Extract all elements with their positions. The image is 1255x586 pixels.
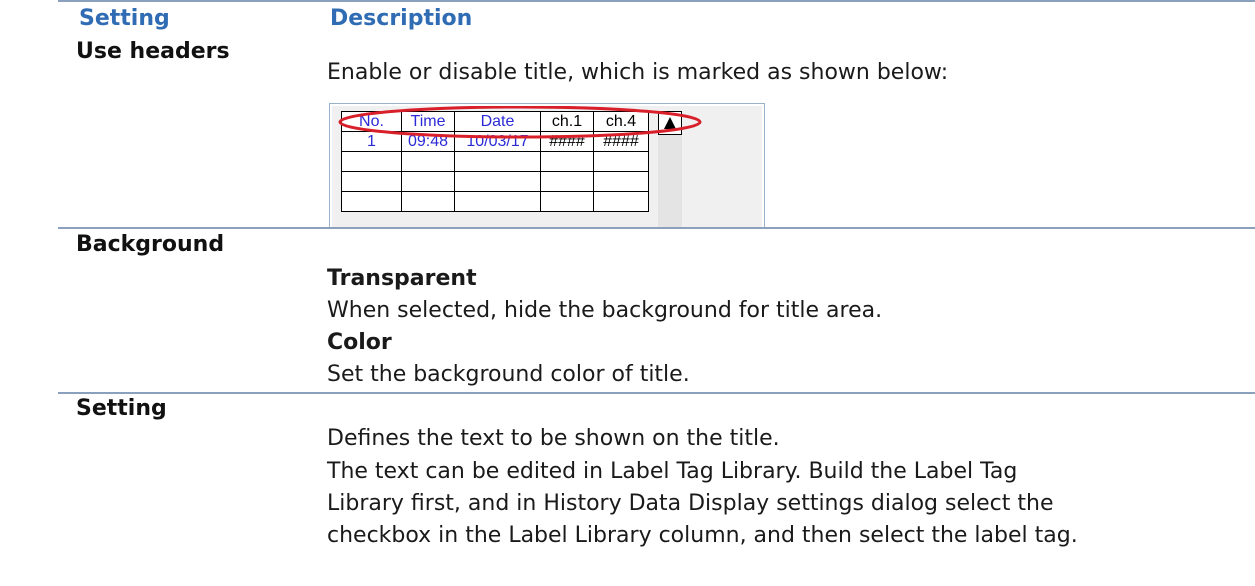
option-color: Color bbox=[327, 330, 392, 355]
example-empty-row bbox=[341, 191, 649, 212]
description-line: The text can be edited in Label Tag Libr… bbox=[327, 459, 1018, 484]
example-table: No. Time Date ch.1 ch.4 1 09:48 10/03/17… bbox=[341, 111, 649, 212]
example-header-cell: No. bbox=[341, 111, 402, 132]
setting-name-setting: Setting bbox=[76, 396, 167, 421]
description-line: Enable or disable title, which is marked… bbox=[327, 60, 949, 85]
description-line: checkbox in the Label Library column, an… bbox=[327, 523, 1078, 548]
example-empty-row bbox=[341, 171, 649, 192]
setting-name-use-headers: Use headers bbox=[76, 39, 230, 64]
example-header-cell: ch.4 bbox=[593, 111, 649, 132]
example-cell: #### bbox=[540, 131, 594, 152]
example-header-cell: Time bbox=[401, 111, 455, 132]
triangle-up-icon bbox=[658, 111, 682, 135]
scrollbar-track bbox=[658, 135, 682, 228]
description-line: Library first, and in History Data Displ… bbox=[327, 491, 1054, 516]
settings-table: Setting Description Use headers Enable o… bbox=[0, 0, 1255, 586]
column-header-setting: Setting bbox=[79, 6, 170, 31]
example-header-cell: ch.1 bbox=[540, 111, 594, 132]
example-header-cell: Date bbox=[454, 111, 541, 132]
description-line: Set the background color of title. bbox=[327, 362, 690, 387]
example-cell: 10/03/17 bbox=[454, 131, 541, 152]
description-line: When selected, hide the background for t… bbox=[327, 298, 883, 323]
example-empty-row bbox=[341, 151, 649, 172]
option-transparent: Transparent bbox=[327, 266, 477, 291]
example-cell: 09:48 bbox=[401, 131, 455, 152]
row-divider bbox=[58, 392, 1255, 394]
example-cell: #### bbox=[593, 131, 649, 152]
example-cell: 1 bbox=[341, 131, 402, 152]
history-table-example-image: No. Time Date ch.1 ch.4 1 09:48 10/03/17… bbox=[329, 103, 765, 228]
description-line: Defines the text to be shown on the titl… bbox=[327, 426, 780, 451]
top-rule bbox=[58, 0, 1255, 2]
column-header-description: Description bbox=[330, 6, 473, 31]
setting-name-background: Background bbox=[76, 232, 225, 257]
row-divider bbox=[58, 227, 1255, 229]
example-header-row: No. Time Date ch.1 ch.4 bbox=[341, 111, 649, 132]
example-data-row: 1 09:48 10/03/17 #### #### bbox=[341, 131, 649, 152]
